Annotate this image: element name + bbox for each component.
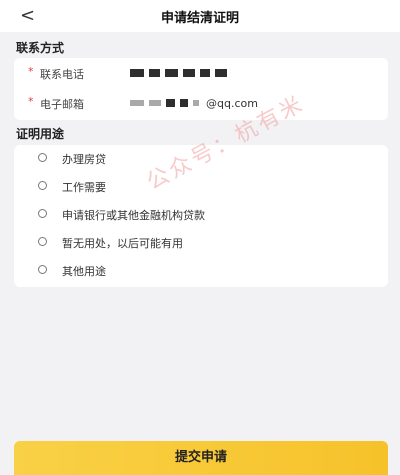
submit-button[interactable]: 提交申请 <box>14 441 388 475</box>
email-domain: @qq.com <box>206 96 258 110</box>
purpose-section-title: 证明用途 <box>16 127 65 141</box>
email-label: 电子邮箱 <box>40 98 84 111</box>
required-mark: * <box>28 95 34 108</box>
purpose-option[interactable]: 暂无用处，以后可能有用 <box>14 229 388 257</box>
purpose-option[interactable]: 工作需要 <box>14 173 388 201</box>
required-mark: * <box>28 65 34 78</box>
purpose-option-label: 其他用途 <box>62 265 106 278</box>
email-value[interactable]: @qq.com <box>130 95 258 111</box>
contact-section-title: 联系方式 <box>16 41 65 55</box>
phone-field[interactable]: * 联系电话 <box>14 58 388 88</box>
purpose-option[interactable]: 申请银行或其他金融机构贷款 <box>14 201 388 229</box>
radio-button[interactable] <box>38 237 47 246</box>
top-nav-bar: < 申请结清证明 <box>0 0 400 32</box>
page-title: 申请结清证明 <box>160 11 239 26</box>
purpose-card: 办理房贷 工作需要 申请银行或其他金融机构贷款 暂无用处，以后可能有用 其他用途 <box>14 145 388 287</box>
purpose-option-label: 申请银行或其他金融机构贷款 <box>62 209 205 222</box>
purpose-option-label: 办理房贷 <box>62 153 106 166</box>
radio-button[interactable] <box>38 209 47 218</box>
purpose-option-label: 工作需要 <box>62 181 106 194</box>
phone-label: 联系电话 <box>40 68 84 81</box>
email-field[interactable]: * 电子邮箱 @qq.com <box>14 88 388 118</box>
contact-card: * 联系电话 * 电子邮箱 @qq.com <box>14 58 388 120</box>
phone-value-redacted[interactable] <box>130 65 232 81</box>
radio-button[interactable] <box>38 265 47 274</box>
radio-button[interactable] <box>38 181 47 190</box>
purpose-option[interactable]: 其他用途 <box>14 257 388 285</box>
purpose-option-label: 暂无用处，以后可能有用 <box>62 237 183 250</box>
purpose-option[interactable]: 办理房贷 <box>14 145 388 173</box>
radio-button[interactable] <box>38 153 47 162</box>
